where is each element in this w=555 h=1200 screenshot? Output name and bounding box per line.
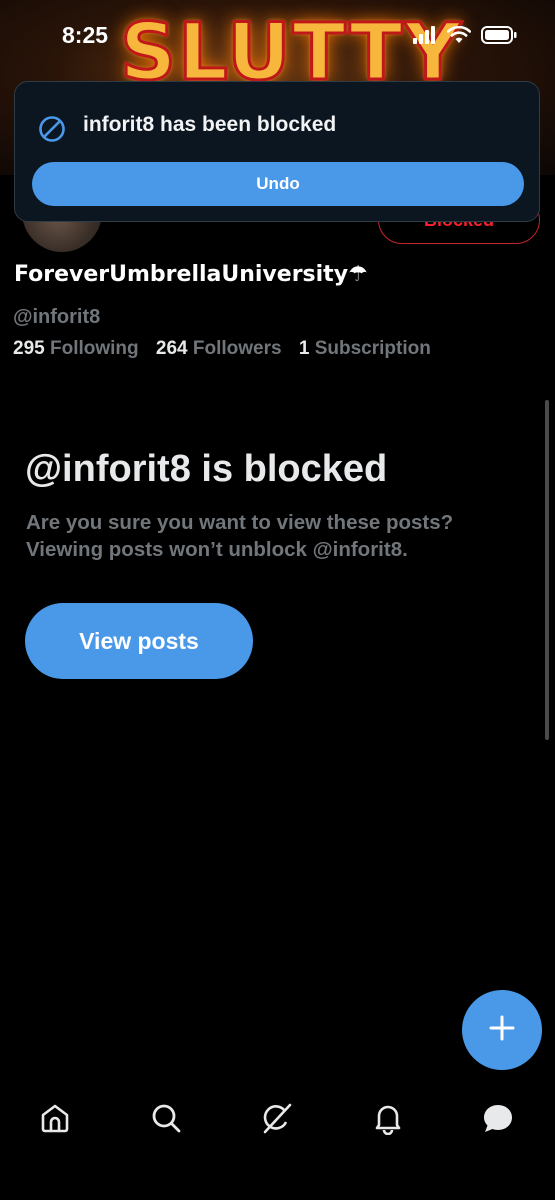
nav-grok[interactable] — [257, 1100, 297, 1140]
undo-button[interactable]: Undo — [32, 162, 524, 206]
battery-icon — [481, 26, 517, 49]
nav-search[interactable] — [146, 1100, 186, 1140]
compose-fab-button[interactable] — [462, 990, 542, 1070]
blocked-toast: inforit8 has been blocked Undo — [14, 81, 540, 222]
following-link[interactable]: 295 Following — [13, 338, 151, 359]
grok-icon — [260, 1101, 294, 1140]
blocked-title: @inforit8 is blocked — [25, 448, 388, 490]
toast-message: inforit8 has been blocked — [83, 113, 337, 136]
status-bar: 8:25 — [0, 0, 555, 72]
nav-messages[interactable] — [478, 1100, 518, 1140]
wifi-icon — [446, 25, 472, 49]
blocked-description: Are you sure you want to view these post… — [26, 511, 454, 561]
profile-display-name: ForeverUmbrellaUniversity☂ — [14, 262, 368, 287]
messages-icon — [481, 1101, 515, 1140]
bell-icon — [371, 1101, 405, 1140]
followers-label: Followers — [192, 338, 282, 359]
subscription-count: 1 — [298, 338, 310, 359]
nav-notifications[interactable] — [368, 1100, 408, 1140]
nav-home[interactable] — [35, 1100, 75, 1140]
cellular-signal-icon — [413, 26, 437, 49]
home-icon — [38, 1101, 72, 1140]
following-label: Following — [49, 338, 139, 359]
plus-icon — [488, 1014, 516, 1047]
following-count: 295 — [13, 338, 45, 359]
followers-link[interactable]: 264 Followers — [156, 338, 294, 359]
profile-handle: @inforit8 — [13, 306, 101, 328]
status-icons — [413, 25, 517, 49]
bottom-nav — [0, 1080, 555, 1200]
view-posts-button[interactable]: View posts — [25, 603, 253, 679]
status-time: 8:25 — [62, 22, 109, 48]
followers-count: 264 — [155, 338, 188, 359]
scrollbar[interactable] — [545, 400, 549, 740]
subscription-link[interactable]: 1 Subscription — [299, 338, 443, 359]
search-icon — [149, 1101, 183, 1140]
subscription-label: Subscription — [314, 338, 431, 359]
profile-stats: 295 Following 264 Followers 1 Subscripti… — [13, 338, 443, 360]
block-icon — [37, 114, 67, 149]
